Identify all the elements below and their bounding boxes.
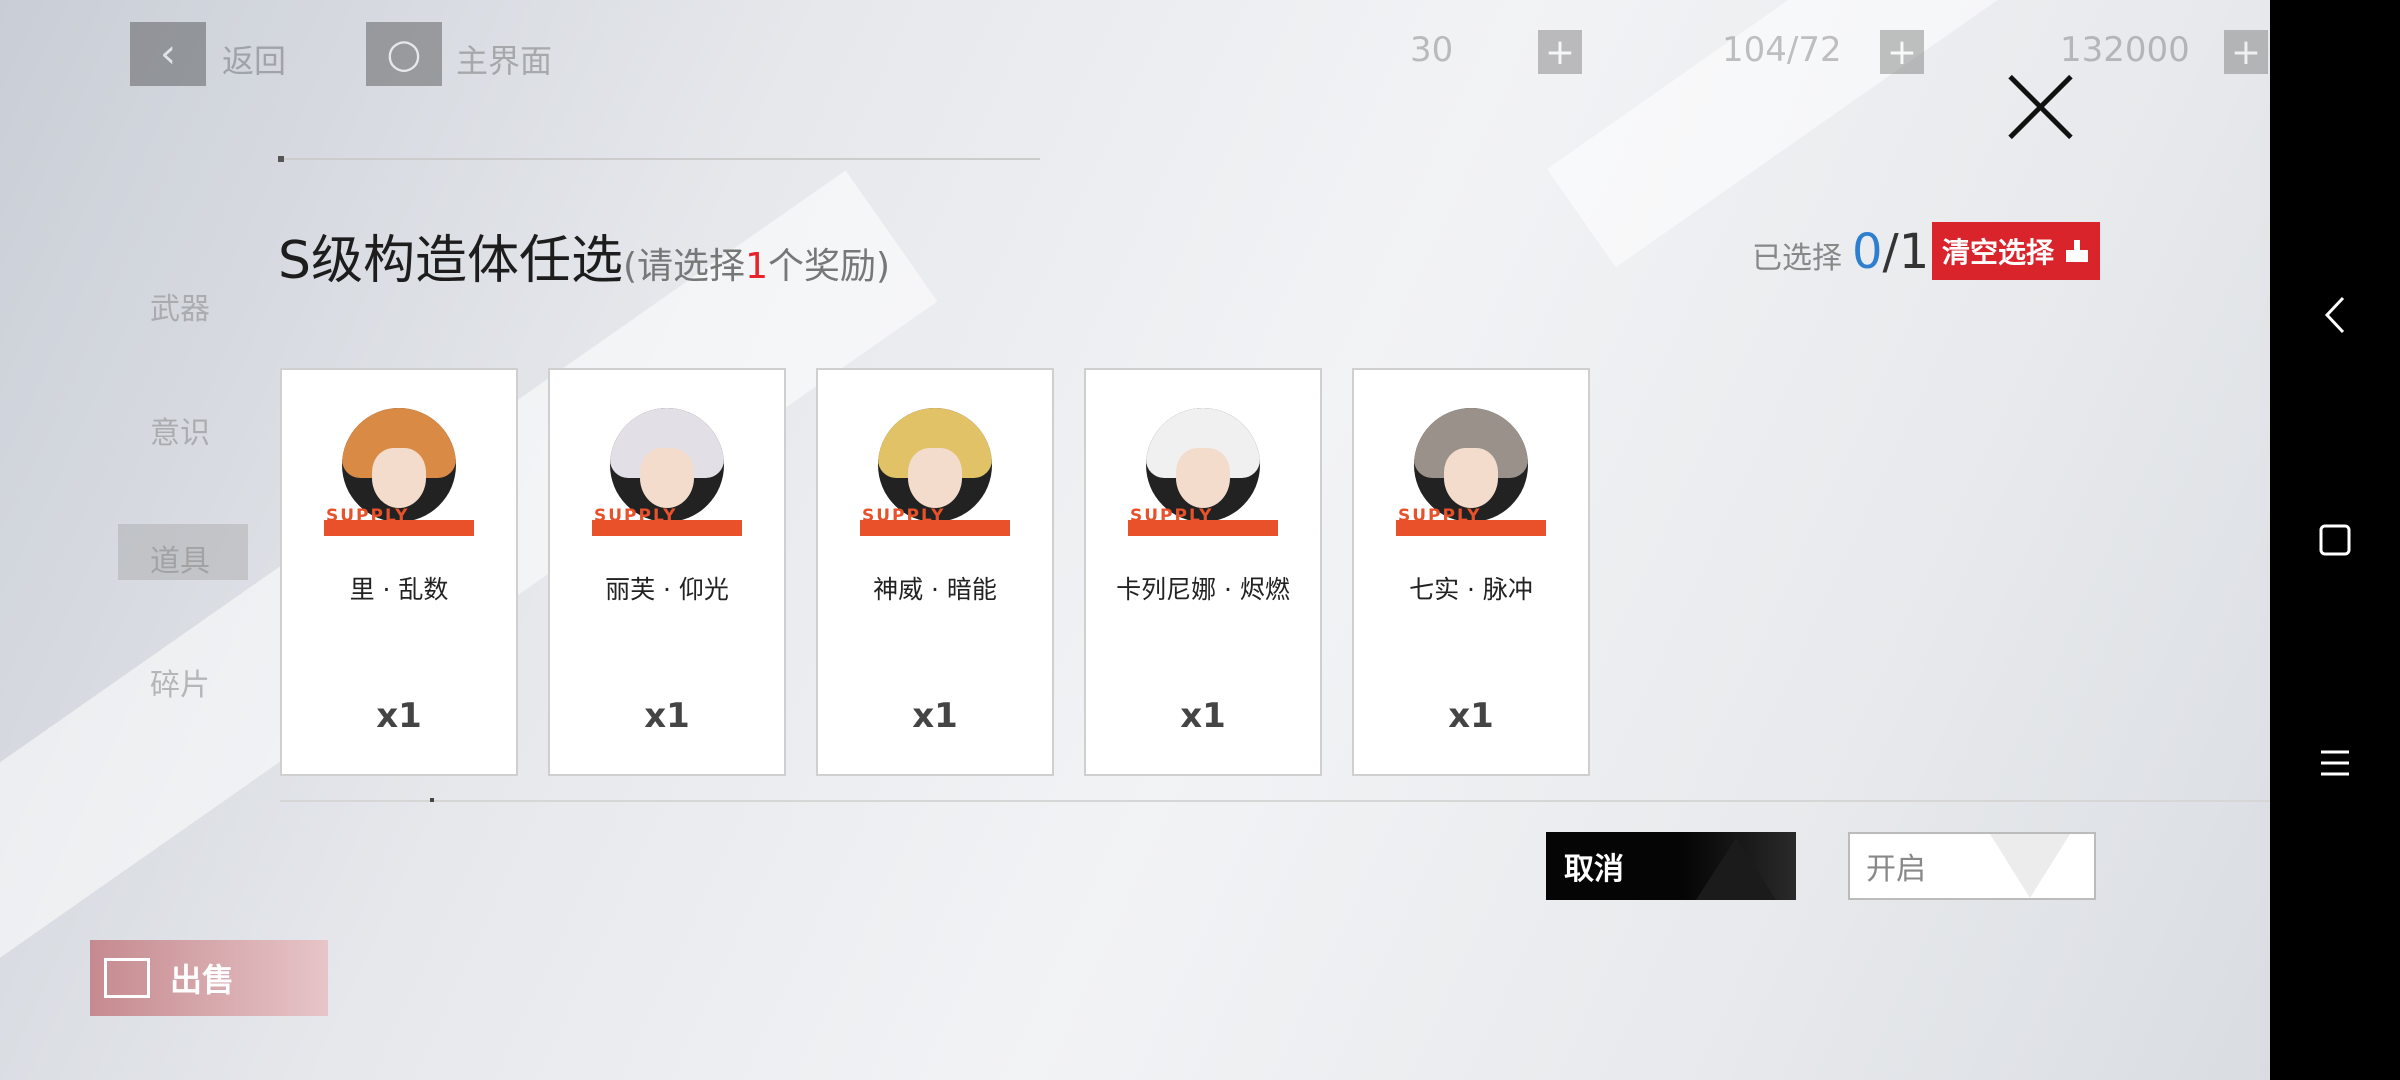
reward-quantity: x1 xyxy=(1448,696,1494,736)
reward-quantity: x1 xyxy=(644,696,690,736)
square-icon xyxy=(2319,524,2351,556)
divider-dot xyxy=(430,798,434,802)
character-name: 里 · 乱数 xyxy=(349,575,449,604)
supply-label: SUPPLY xyxy=(594,506,678,526)
selected-label: 已选择 xyxy=(1752,241,1842,276)
avatar xyxy=(1414,408,1528,522)
dialog-title: S级构造体任选(请选择1个奖励) xyxy=(278,218,890,293)
supply-label: SUPPLY xyxy=(1130,506,1214,526)
reward-quantity: x1 xyxy=(1180,696,1226,736)
rarity-stars: ★★★★★★ xyxy=(1469,633,1540,647)
selected-current: 0 xyxy=(1852,224,1883,280)
character-avatar: ★★★★★★ SUPPLY xyxy=(860,408,1010,647)
rarity-stars: ★★★★★★ xyxy=(933,633,1004,647)
nav-home-button[interactable] xyxy=(2270,516,2400,566)
divider-dot xyxy=(278,156,284,162)
character-avatar: ★★★★★★ SUPPLY xyxy=(1128,408,1278,647)
avatar xyxy=(878,408,992,522)
close-icon[interactable] xyxy=(2005,72,2075,142)
selected-total: /1 xyxy=(1882,224,1930,280)
reward-select-dialog: S级构造体任选(请选择1个奖励) 已选择 0 /1 清空选择 ★★★★★★ SU… xyxy=(0,0,2308,1080)
brush-icon xyxy=(2066,240,2090,264)
avatar-face xyxy=(1444,448,1498,508)
reward-option-card[interactable]: ★★★★★★ SUPPLY 里 · 乱数 x1 xyxy=(280,368,518,776)
avatar xyxy=(1146,408,1260,522)
dialog-title-text: S级构造体任选 xyxy=(278,231,624,291)
supply-label: SUPPLY xyxy=(1398,506,1482,526)
character-name: 七实 · 脉冲 xyxy=(1409,575,1533,604)
character-name: 卡列尼娜 · 烬燃 xyxy=(1116,575,1290,604)
clear-selection-label: 清空选择 xyxy=(1942,236,2055,269)
dialog-subtitle: (请选择1个奖励) xyxy=(623,246,890,287)
avatar-face xyxy=(640,448,694,508)
open-label: 开启 xyxy=(1866,852,1926,887)
nav-menu-button[interactable] xyxy=(2270,738,2400,788)
chevron-left-icon xyxy=(2324,296,2345,334)
decor-triangle xyxy=(1990,834,2070,898)
reward-option-card[interactable]: ★★★★★★ SUPPLY 丽芙 · 仰光 x1 xyxy=(548,368,786,776)
reward-quantity: x1 xyxy=(912,696,958,736)
reward-option-card[interactable]: ★★★★★★ SUPPLY 七实 · 脉冲 x1 xyxy=(1352,368,1590,776)
reward-options-list: ★★★★★★ SUPPLY 里 · 乱数 x1 ★★★★★★ SUPPLY 丽芙… xyxy=(280,368,1590,776)
nav-back-button[interactable] xyxy=(2270,290,2400,340)
avatar xyxy=(342,408,456,522)
cancel-label: 取消 xyxy=(1564,852,1624,887)
clear-selection-button[interactable]: 清空选择 xyxy=(1932,222,2100,280)
subtitle-count: 1 xyxy=(745,246,768,287)
reward-quantity: x1 xyxy=(376,696,422,736)
avatar xyxy=(610,408,724,522)
avatar-face xyxy=(372,448,426,508)
subtitle-prefix: (请选择 xyxy=(623,246,746,287)
character-avatar: ★★★★★★ SUPPLY xyxy=(592,408,742,647)
rarity-stars: ★★★★★★ xyxy=(665,633,736,647)
divider xyxy=(278,158,1040,160)
reward-option-card[interactable]: ★★★★★★ SUPPLY 卡列尼娜 · 烬燃 x1 xyxy=(1084,368,1322,776)
supply-label: SUPPLY xyxy=(326,506,410,526)
subtitle-suffix: 个奖励) xyxy=(767,246,891,287)
character-name: 神威 · 暗能 xyxy=(873,575,997,604)
character-avatar: ★★★★★★ SUPPLY xyxy=(1396,408,1546,647)
cancel-button[interactable]: 取消 xyxy=(1546,832,1796,900)
open-button[interactable]: 开启 xyxy=(1848,832,2096,900)
menu-icon xyxy=(2321,750,2349,776)
avatar-face xyxy=(1176,448,1230,508)
character-name: 丽芙 · 仰光 xyxy=(605,575,729,604)
system-nav-bar xyxy=(2270,0,2400,1080)
decor-triangle xyxy=(1696,838,1776,900)
character-avatar: ★★★★★★ SUPPLY xyxy=(324,408,474,647)
avatar-face xyxy=(908,448,962,508)
selection-counter: 已选择 0 /1 xyxy=(1752,224,1929,280)
reward-option-card[interactable]: ★★★★★★ SUPPLY 神威 · 暗能 x1 xyxy=(816,368,1054,776)
divider xyxy=(280,800,2308,802)
rarity-stars: ★★★★★★ xyxy=(1201,633,1272,647)
rarity-stars: ★★★★★★ xyxy=(397,633,468,647)
supply-label: SUPPLY xyxy=(862,506,946,526)
